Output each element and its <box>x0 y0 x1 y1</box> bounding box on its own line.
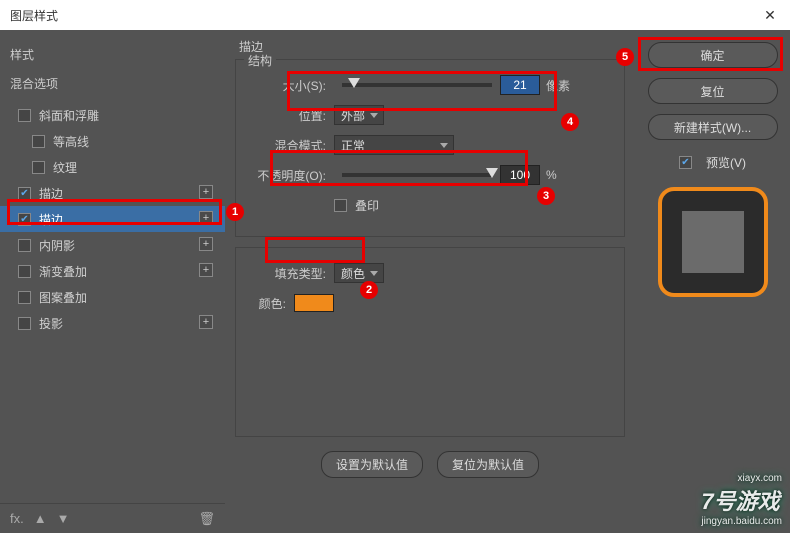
opacity-slider[interactable] <box>342 173 492 177</box>
size-unit: 像素 <box>546 77 570 94</box>
trash-icon[interactable]: 🗑 <box>198 511 215 527</box>
blendmode-label: 混合模式: <box>246 137 326 154</box>
style-checkbox[interactable] <box>32 135 45 148</box>
preview-checkbox[interactable] <box>679 156 692 169</box>
style-checkbox[interactable] <box>18 109 31 122</box>
right-panel: 确定 复位 新建样式(W)... 预览(V) <box>635 30 790 533</box>
overprint-label: 叠印 <box>355 197 379 214</box>
style-label: 描边 <box>39 185 215 202</box>
style-label: 描边 <box>39 211 215 228</box>
structure-legend: 结构 <box>244 52 276 69</box>
new-style-button[interactable]: 新建样式(W)... <box>648 114 778 140</box>
cancel-button[interactable]: 复位 <box>648 78 778 104</box>
blendmode-row: 混合模式: 正常 <box>246 132 614 158</box>
color-row: 颜色: <box>246 290 614 316</box>
annotation-badge-2: 2 <box>360 281 378 299</box>
style-item-3[interactable]: 描边+ <box>0 180 225 206</box>
ok-button[interactable]: 确定 <box>648 42 778 68</box>
annotation-badge-4: 4 <box>561 113 579 131</box>
style-label: 图案叠加 <box>39 289 215 306</box>
style-label: 渐变叠加 <box>39 263 215 280</box>
position-select[interactable]: 外部 <box>334 105 384 125</box>
preview-row[interactable]: 预览(V) <box>679 154 746 171</box>
plus-icon[interactable]: + <box>199 237 213 251</box>
filltype-select[interactable]: 颜色 <box>334 263 384 283</box>
up-icon[interactable]: ▲ <box>34 511 47 526</box>
mid-panel: 描边 结构 大小(S): 21 像素 位置: 外部 混合模式: 正常 不透明度(… <box>225 30 635 533</box>
down-icon[interactable]: ▼ <box>57 511 70 526</box>
window-title: 图层样式 <box>10 7 760 24</box>
style-label: 内阴影 <box>39 237 215 254</box>
size-row: 大小(S): 21 像素 <box>246 72 614 98</box>
style-item-6[interactable]: 渐变叠加+ <box>0 258 225 284</box>
fx-icon[interactable]: fx. <box>10 511 24 526</box>
blending-options[interactable]: 混合选项 <box>0 69 225 98</box>
style-checkbox[interactable] <box>18 239 31 252</box>
filltype-row: 填充类型: 颜色 <box>246 260 614 286</box>
style-label: 投影 <box>39 315 215 332</box>
styles-header: 样式 <box>0 40 225 69</box>
style-item-8[interactable]: 投影+ <box>0 310 225 336</box>
style-item-7[interactable]: 图案叠加 <box>0 284 225 310</box>
stroke-title: 描边 <box>239 38 625 55</box>
make-default-button[interactable]: 设置为默认值 <box>321 451 423 478</box>
plus-icon[interactable]: + <box>199 263 213 277</box>
left-footer: fx. ▲ ▼ 🗑 <box>0 503 225 533</box>
style-checkbox[interactable] <box>18 317 31 330</box>
style-checkbox[interactable] <box>18 265 31 278</box>
opacity-row: 不透明度(O): 100 % <box>246 162 614 188</box>
size-slider[interactable] <box>342 83 492 87</box>
style-checkbox[interactable] <box>18 213 31 226</box>
opacity-label: 不透明度(O): <box>246 167 326 184</box>
left-panel: 样式 混合选项 斜面和浮雕等高线纹理描边+描边+内阴影+渐变叠加+图案叠加投影+… <box>0 30 225 533</box>
plus-icon[interactable]: + <box>199 211 213 225</box>
style-item-4[interactable]: 描边+ <box>0 206 225 232</box>
overprint-checkbox[interactable] <box>334 199 347 212</box>
style-label: 斜面和浮雕 <box>39 107 215 124</box>
position-label: 位置: <box>246 107 326 124</box>
color-label: 颜色: <box>246 295 286 312</box>
preview-inner <box>682 211 744 273</box>
annotation-badge-5: 5 <box>616 48 634 66</box>
style-label: 等高线 <box>53 133 215 150</box>
style-item-0[interactable]: 斜面和浮雕 <box>0 102 225 128</box>
annotation-badge-3: 3 <box>537 187 555 205</box>
style-checkbox[interactable] <box>18 187 31 200</box>
style-list: 斜面和浮雕等高线纹理描边+描边+内阴影+渐变叠加+图案叠加投影+ <box>0 102 225 336</box>
close-icon[interactable]: ✕ <box>760 7 780 24</box>
opacity-input[interactable]: 100 <box>500 165 540 185</box>
position-row: 位置: 外部 <box>246 102 614 128</box>
preview-box <box>658 187 768 297</box>
content: 样式 混合选项 斜面和浮雕等高线纹理描边+描边+内阴影+渐变叠加+图案叠加投影+… <box>0 30 790 533</box>
fill-fieldset: 填充类型: 颜色 颜色: <box>235 247 625 437</box>
annotation-badge-1: 1 <box>226 203 244 221</box>
preview-label: 预览(V) <box>706 154 746 171</box>
default-buttons-row: 设置为默认值 复位为默认值 <box>235 451 625 478</box>
blendmode-select[interactable]: 正常 <box>334 135 454 155</box>
reset-default-button[interactable]: 复位为默认值 <box>437 451 539 478</box>
style-item-5[interactable]: 内阴影+ <box>0 232 225 258</box>
plus-icon[interactable]: + <box>199 185 213 199</box>
style-item-2[interactable]: 纹理 <box>0 154 225 180</box>
style-item-1[interactable]: 等高线 <box>0 128 225 154</box>
structure-fieldset: 结构 大小(S): 21 像素 位置: 外部 混合模式: 正常 不透明度(O):… <box>235 59 625 237</box>
style-checkbox[interactable] <box>18 291 31 304</box>
plus-icon[interactable]: + <box>199 315 213 329</box>
size-input[interactable]: 21 <box>500 75 540 95</box>
title-bar: 图层样式 ✕ <box>0 0 790 30</box>
style-label: 纹理 <box>53 159 215 176</box>
style-checkbox[interactable] <box>32 161 45 174</box>
size-label: 大小(S): <box>246 77 326 94</box>
filltype-label: 填充类型: <box>246 265 326 282</box>
color-swatch[interactable] <box>294 294 334 312</box>
overprint-row: 叠印 <box>246 192 614 218</box>
opacity-unit: % <box>546 168 557 182</box>
